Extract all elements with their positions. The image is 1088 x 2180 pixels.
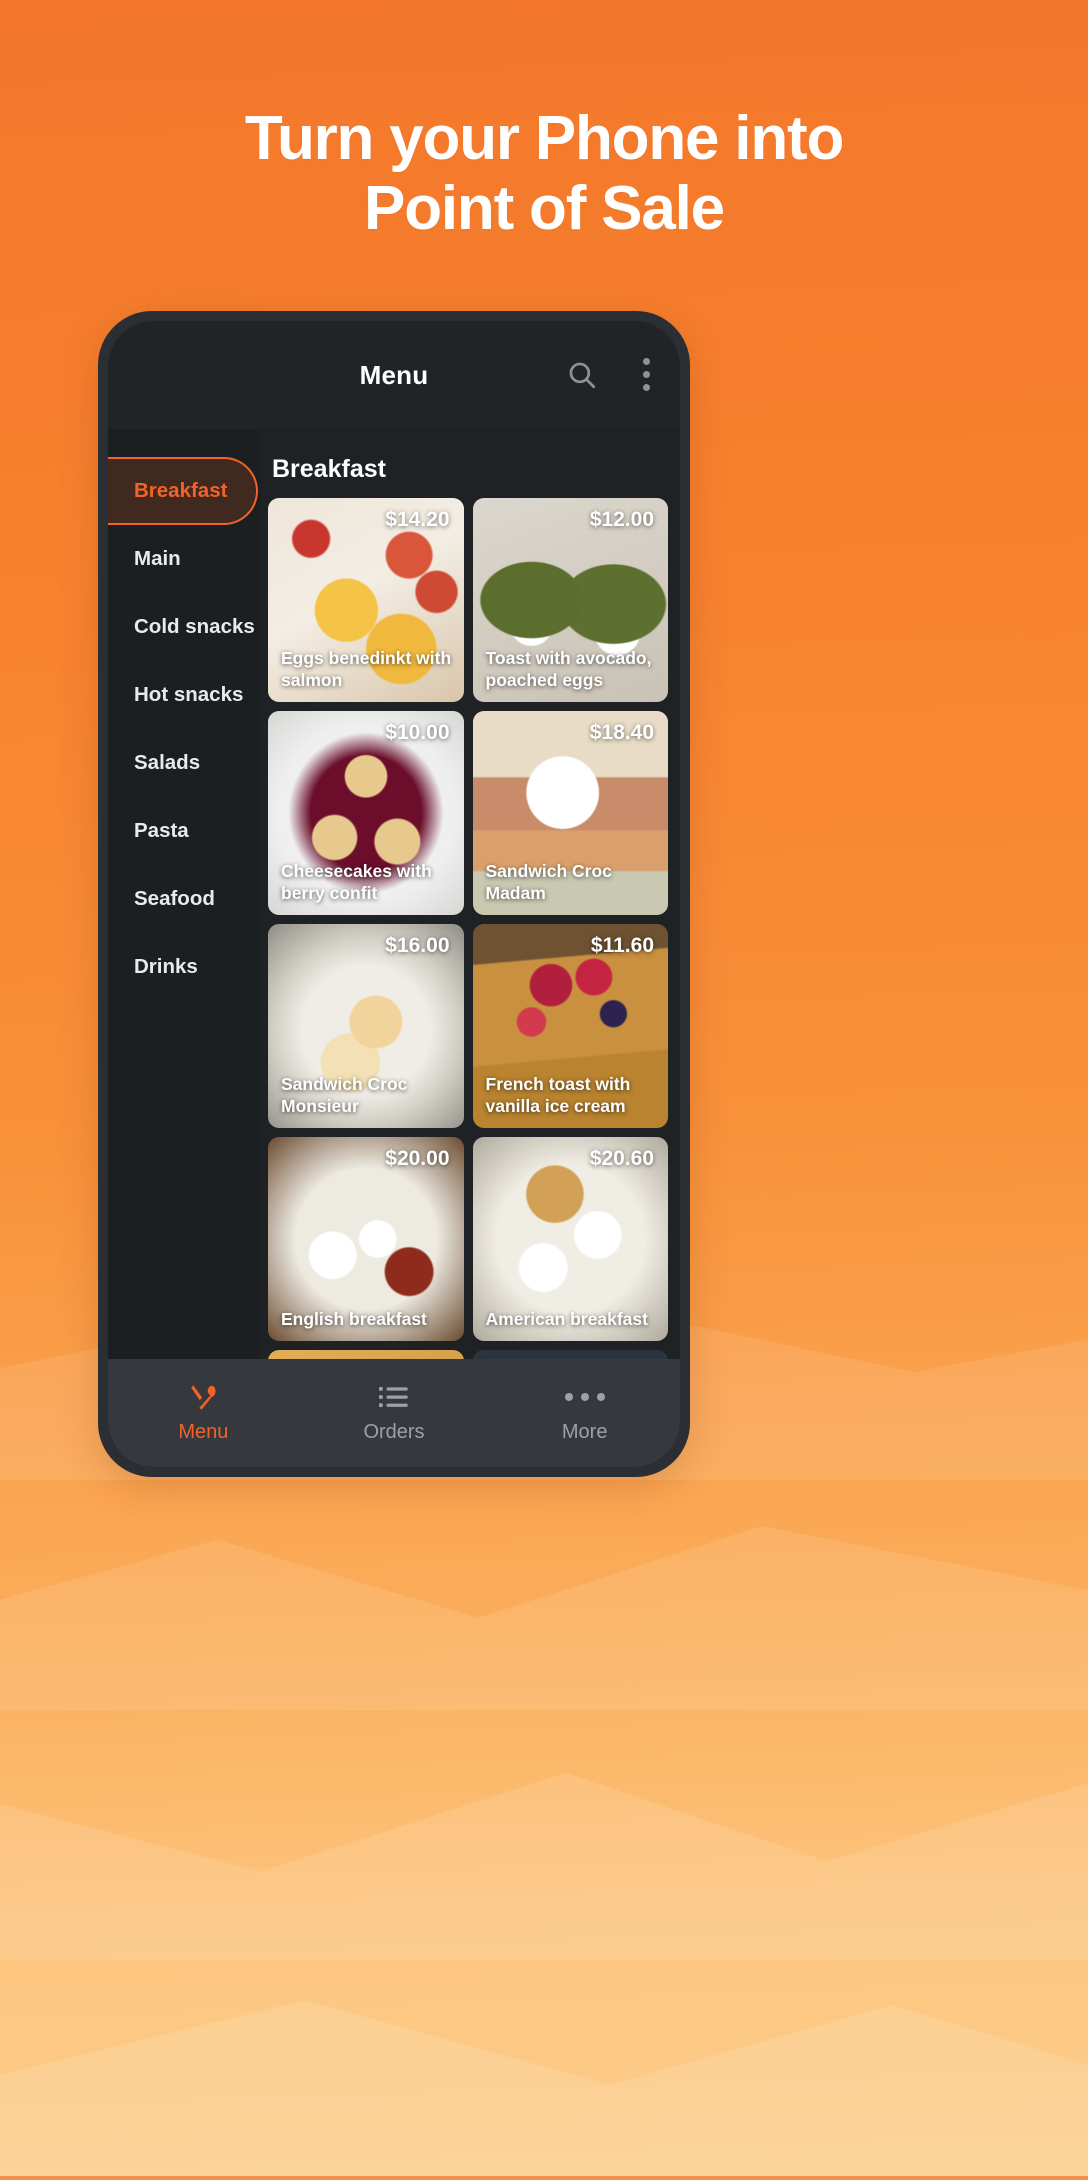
background-wave (0, 1526, 1088, 1710)
sidebar-item-label: Main (134, 547, 181, 570)
menu-item-card[interactable]: $20.00 English breakfast (268, 1137, 464, 1341)
menu-item-card[interactable]: $20.60 American breakfast (472, 1137, 668, 1341)
menu-panel: Breakfast $14.20 Eggs benedinkt with salm… (260, 429, 680, 1359)
category-sidebar[interactable]: Breakfast Main Cold snacks Hot snacks Sa… (108, 429, 260, 1359)
nav-tab-label: Orders (363, 1421, 425, 1443)
menu-item-price: $11.60 (590, 934, 654, 957)
section-title: Breakfast (272, 455, 386, 483)
headline-line-2: Point of Sale (364, 174, 725, 244)
menu-item-price: $14.20 (385, 508, 450, 531)
menu-item-price: $20.00 (385, 1147, 450, 1170)
sidebar-item-pasta[interactable]: Pasta (108, 797, 260, 865)
sidebar-item-label: Cold snacks (134, 615, 255, 638)
nav-tab-label: Menu (178, 1421, 229, 1443)
menu-item-grid: $14.20 Eggs benedinkt with salmon $12.00 To… (268, 498, 668, 1359)
menu-item-card[interactable]: $16.00 Sandwich Croc Monsieur (268, 924, 464, 1128)
sidebar-item-cold-snacks[interactable]: Cold snacks (108, 593, 260, 661)
sidebar-item-label: Hot snacks (134, 683, 244, 706)
menu-item-name: American breakfast (485, 1308, 648, 1329)
promo-headline: Turn your Phone into Point of Sale (0, 104, 1088, 244)
sidebar-item-label: Salads (134, 751, 201, 774)
background-wave (0, 2000, 1088, 2180)
sidebar-item-label: Drinks (134, 955, 198, 978)
kebab-menu-icon[interactable] (643, 358, 650, 392)
cutlery-icon (188, 1382, 218, 1412)
app-bar-actions (565, 358, 650, 392)
menu-item-card[interactable]: $11.60 French toast with vanilla ice crea… (472, 924, 668, 1128)
sidebar-item-salads[interactable]: Salads (108, 729, 260, 797)
sidebar-item-main[interactable]: Main (108, 525, 260, 593)
menu-item-photo (268, 1350, 464, 1359)
phone-screen: Menu Breakfast Main Cold snacks Hot snac… (108, 321, 680, 1467)
menu-item-name: Sandwich Croc Madam (485, 861, 612, 903)
content-row: Breakfast Main Cold snacks Hot snacks Sa… (108, 429, 680, 1359)
headline-line-1: Turn your Phone into (244, 104, 844, 173)
menu-item-price: $20.60 (589, 1147, 654, 1170)
bottom-navigation[interactable]: Menu Orders More (108, 1359, 680, 1467)
background-wave (0, 1772, 1088, 1960)
list-icon (379, 1382, 409, 1412)
menu-item-name: Eggs benedinkt with salmon (281, 648, 452, 690)
sidebar-item-label: Breakfast (134, 479, 228, 502)
menu-item-card[interactable]: $8.00 (268, 1350, 464, 1359)
menu-item-card[interactable]: $10.00 Cheesecakes with berry confit (268, 711, 464, 915)
sidebar-item-label: Seafood (134, 887, 215, 910)
menu-item-price: $16.00 (385, 934, 450, 957)
nav-tab-orders[interactable]: Orders (299, 1382, 490, 1444)
ellipsis-icon (564, 1382, 605, 1412)
sidebar-item-breakfast[interactable]: Breakfast (108, 457, 258, 525)
menu-item-card[interactable]: $12.00 Toast with avocado, poached eggs (472, 498, 668, 702)
menu-item-name: Sandwich Croc Monsieur (281, 1074, 408, 1116)
menu-item-card[interactable]: $18.40 Sandwich Croc Madam (472, 711, 668, 915)
menu-item-photo (472, 1350, 668, 1359)
menu-item-name: Toast with avocado, poached eggs (485, 648, 652, 690)
phone-mockup: Menu Breakfast Main Cold snacks Hot snac… (98, 311, 690, 1477)
sidebar-item-label: Pasta (134, 819, 189, 842)
sidebar-item-drinks[interactable]: Drinks (108, 933, 260, 1001)
menu-item-name: Cheesecakes with berry confit (281, 861, 432, 903)
menu-item-price: $12.00 (589, 508, 654, 531)
app-bar: Menu (108, 321, 680, 429)
menu-item-price: $18.40 (589, 721, 654, 744)
sidebar-item-seafood[interactable]: Seafood (108, 865, 260, 933)
search-icon[interactable] (565, 358, 599, 392)
menu-item-card[interactable]: $20.60 (472, 1350, 668, 1359)
sidebar-item-hot-snacks[interactable]: Hot snacks (108, 661, 260, 729)
menu-item-price: $10.00 (385, 721, 450, 744)
nav-tab-more[interactable]: More (489, 1382, 680, 1444)
menu-item-name: English breakfast (281, 1308, 427, 1329)
nav-tab-menu[interactable]: Menu (108, 1382, 299, 1444)
menu-item-name: French toast with vanilla ice cream (485, 1074, 631, 1116)
menu-item-card[interactable]: $14.20 Eggs benedinkt with salmon (268, 498, 464, 702)
nav-tab-label: More (561, 1421, 608, 1443)
